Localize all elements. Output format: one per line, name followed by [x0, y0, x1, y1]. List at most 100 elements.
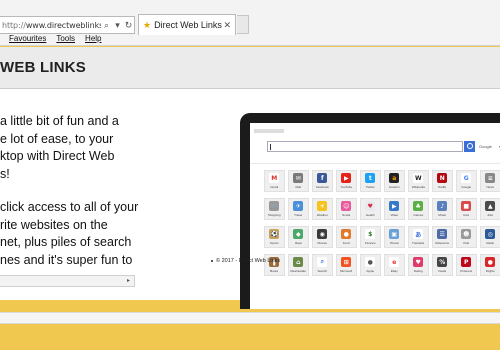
netflix-icon: N	[437, 173, 448, 183]
mockup-tile-label: Kids	[463, 241, 470, 245]
mockup-tile-label: Sports	[269, 241, 279, 245]
maps-icon: ◆	[293, 229, 304, 239]
twitter-icon: t	[365, 173, 376, 183]
hero-p2-line-4: nes and it's super fun to	[0, 252, 133, 267]
mockup-tile: ◆ Maps	[288, 226, 309, 248]
mockup-tile: あ Translate	[408, 226, 429, 248]
menu-help[interactable]: Help	[85, 34, 101, 46]
mockup-tile: % Deals	[432, 254, 453, 276]
mockup-tile-label: Maps	[294, 241, 302, 245]
finance-icon: $	[365, 229, 376, 239]
mockup-tile: ▣ Photos	[384, 226, 405, 248]
hero-p1-line-1: a little bit of fun and a	[0, 114, 119, 128]
close-icon[interactable]: ✕	[223, 20, 231, 31]
refresh-icon[interactable]: ↻	[123, 20, 134, 31]
shopping-icon: 🛒	[269, 201, 280, 211]
mockup-text-cursor	[270, 144, 271, 150]
hero-p2-line-1: click access to all of your	[0, 200, 139, 214]
address-protocol: http://	[2, 20, 26, 30]
address-url[interactable]: http://www.directweblinks.com/	[2, 21, 101, 30]
music-icon: ♪	[437, 201, 448, 211]
site-header: WEB LINKS	[0, 47, 500, 89]
hero-p1-line-3: ktop with Direct Web	[0, 149, 115, 163]
mockup-search-button-icon	[464, 141, 475, 152]
wikipedia-icon: W	[413, 173, 424, 183]
mockup-tile-label: Deals	[438, 269, 447, 273]
mockup-tile-label: Cars	[463, 213, 470, 217]
deals-icon: %	[437, 257, 448, 267]
mockup-tile-label: Gmail	[270, 185, 279, 189]
hero-p2-line-2: rite websites on the	[0, 217, 108, 232]
mockup-tile: 🛒 Shopping	[264, 198, 285, 220]
tab-direct-web-links[interactable]: ★ Direct Web Links ✕	[138, 14, 236, 35]
mockup-tile: ▶ Video	[384, 198, 405, 220]
mockup-tile-label: Jobs	[487, 213, 494, 217]
mockup-tile: ■ Cars	[456, 198, 477, 220]
mockup-tile-label: Wikipedia	[411, 185, 425, 189]
weather-icon: ☀	[317, 201, 328, 211]
kids-icon: ☻	[461, 229, 472, 239]
mockup-tile: ● Apple	[360, 254, 381, 276]
mockup-tile-grid: M Gmail ✉ Mail f Facebook ▶ YouTube t Twitter a Ama…	[264, 170, 500, 276]
mockup-tile-label: Search	[317, 269, 327, 273]
mockup-tile: W Wikipedia	[408, 170, 429, 192]
mail-icon: ✉	[293, 173, 304, 183]
health-icon: ♥	[365, 201, 376, 211]
mockup-tile: G Google	[456, 170, 477, 192]
real-estate-icon: ⌂	[293, 257, 304, 267]
mockup-tile-label: Facebook	[315, 185, 329, 189]
mockup-tile-label: Amazon	[388, 185, 400, 189]
jobs-icon: ▲	[485, 201, 496, 211]
mockup-tile-label: Finance	[364, 241, 376, 245]
mockup-tile-label: Video	[390, 213, 399, 217]
mockup-tile: e Ebay	[384, 254, 405, 276]
mockup-search-input	[267, 141, 463, 152]
menu-tools[interactable]: Tools	[56, 34, 75, 46]
flights-icon: ●	[485, 257, 496, 267]
mockup-tile: a Amazon	[384, 170, 405, 192]
travel-icon: ✈	[293, 201, 304, 211]
address-bar[interactable]: http://www.directweblinks.com/ ⌕ ▾ ↻	[0, 16, 135, 34]
browser-chrome: http://www.directweblinks.com/ ⌕ ▾ ↻ ★ D…	[0, 0, 500, 46]
site-logo[interactable]: WEB LINKS	[0, 59, 86, 76]
mockup-search-engine-label: Google	[479, 144, 492, 149]
search-icon[interactable]: ⌕	[101, 20, 112, 31]
mockup-tile-label: Pinterest	[460, 269, 473, 273]
mockup-tile: ☺ Social	[336, 198, 357, 220]
footer-bullet	[211, 259, 213, 262]
mockup-tile: t Twitter	[360, 170, 381, 192]
hero-p1-line-2: e lot of ease, to your	[0, 131, 114, 146]
tab-title: Direct Web Links	[154, 20, 222, 30]
hero-section: a little bit of fun and a e lot of ease,…	[0, 89, 500, 309]
microsoft-icon: ⊞	[341, 257, 352, 267]
mockup-tile-label: Twitter	[365, 185, 375, 189]
sports-icon: ⚽	[269, 229, 280, 239]
mockup-tile-label: Music	[438, 213, 447, 217]
mockup-tile-label: Shopping	[267, 213, 281, 217]
mockup-tile: ✉ Mail	[288, 170, 309, 192]
menu-bar: Favourites Tools Help	[0, 34, 500, 46]
scroll-right-icon[interactable]: ▸	[124, 277, 133, 285]
mockup-tile: ◉ Movies	[312, 226, 333, 248]
dating-icon: ♥	[413, 257, 424, 267]
favicon-star-icon: ★	[143, 19, 152, 30]
mockup-tile-label: Food	[342, 241, 350, 245]
mockup-tile-label: Netflix	[438, 185, 447, 189]
youtube-icon: ▶	[341, 173, 352, 183]
mockup-tile-label: Health	[365, 213, 375, 217]
facebook-icon: f	[317, 173, 328, 183]
menu-favourites[interactable]: Favourites	[9, 34, 46, 46]
news-icon: ≡	[485, 173, 496, 183]
mockup-tile: N Netflix	[432, 170, 453, 192]
new-tab-button[interactable]	[237, 15, 249, 34]
mockup-tile: ♣ Games	[408, 198, 429, 220]
horizontal-scrollbar[interactable]: ▸	[0, 275, 135, 287]
menu-favourites-label: Favourites	[9, 34, 47, 43]
games-icon: ♣	[413, 201, 424, 211]
gmail-icon: M	[269, 173, 280, 183]
mockup-tile: ≡ News	[480, 170, 500, 192]
chevron-down-icon[interactable]: ▾	[112, 20, 123, 31]
hero-p2-line-3: net, plus piles of search	[0, 235, 132, 249]
mockup-tile-label: Photos	[389, 241, 399, 245]
search-icon: ⌕	[317, 257, 328, 267]
